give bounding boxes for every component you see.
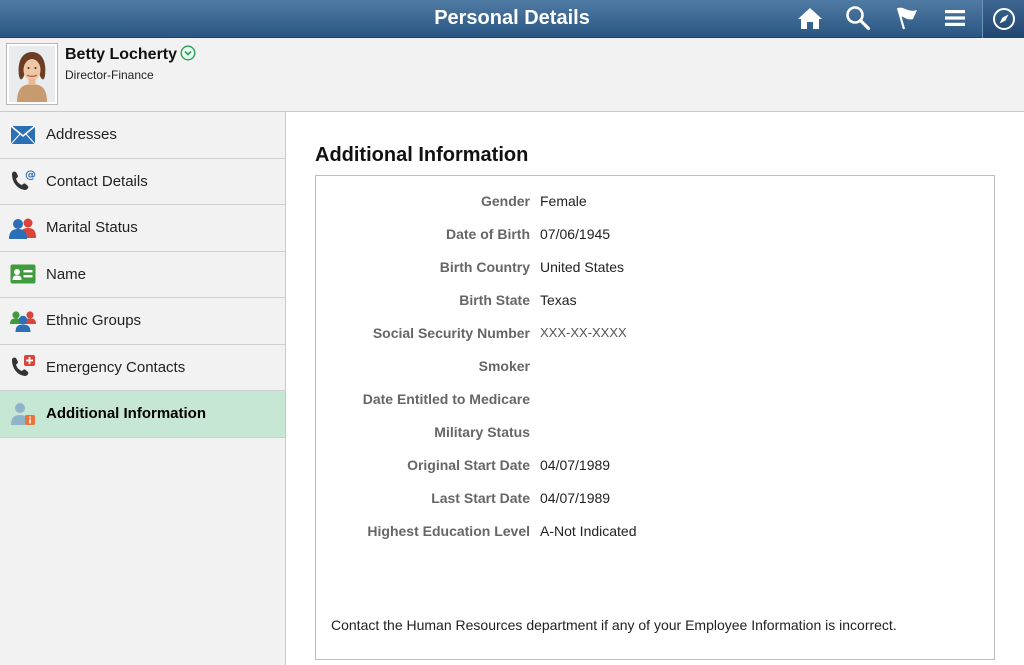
avatar — [6, 43, 58, 105]
sidebar-item-contact-details[interactable]: @ Contact Details — [0, 159, 285, 205]
field-row-last-start-date: Last Start Date 04/07/1989 — [316, 490, 996, 510]
section-title: Additional Information — [315, 144, 529, 166]
main-content: Additional Information Gender Female Dat… — [287, 112, 1024, 665]
field-row-medicare: Date Entitled to Medicare — [316, 391, 996, 411]
sidebar-item-label: Ethnic Groups — [46, 312, 142, 330]
field-row-military-status: Military Status — [316, 424, 996, 444]
field-value: A-Not Indicated — [540, 523, 637, 539]
header-bar: Personal Details — [0, 0, 1024, 38]
person-name[interactable]: Betty Locherty — [65, 45, 196, 64]
field-label: Original Start Date — [407, 457, 530, 473]
sidebar-item-additional-information[interactable]: Additional Information — [0, 391, 285, 438]
field-label: Date of Birth — [446, 226, 530, 242]
field-value: Female — [540, 193, 587, 209]
field-row-gender: Gender Female — [316, 193, 996, 213]
search-button[interactable] — [843, 3, 873, 33]
notifications-button[interactable] — [892, 3, 922, 33]
sidebar-item-label: Emergency Contacts — [46, 358, 186, 376]
field-label: Smoker — [478, 358, 530, 374]
field-row-ssn: Social Security Number XXX-XX-XXXX — [316, 325, 996, 345]
group-icon — [10, 311, 36, 332]
compass-icon — [992, 8, 1015, 30]
field-row-smoker: Smoker — [316, 358, 996, 378]
field-label: Last Start Date — [431, 490, 530, 506]
sidebar-item-label: Additional Information — [46, 405, 206, 423]
home-icon — [798, 8, 822, 29]
hr-contact-note: Contact the Human Resources department i… — [331, 617, 897, 633]
search-icon — [846, 6, 871, 31]
sidebar-item-marital-status[interactable]: Marital Status — [0, 205, 285, 252]
phone-at-icon: @ — [12, 168, 36, 191]
field-row-education-level: Highest Education Level A-Not Indicated — [316, 523, 996, 543]
field-value: United States — [540, 259, 625, 275]
field-label: Birth State — [459, 292, 530, 308]
field-value: 04/07/1989 — [540, 457, 611, 473]
sidebar-item-addresses[interactable]: Addresses — [0, 112, 285, 159]
couple-icon — [9, 218, 36, 239]
field-row-birth-country: Birth Country United States — [316, 259, 996, 279]
sidebar-item-ethnic-groups[interactable]: Ethnic Groups — [0, 298, 285, 345]
sidebar-item-label: Marital Status — [46, 219, 138, 237]
person-job-title: Director-Finance — [65, 68, 154, 82]
phone-emergency-icon — [12, 355, 35, 377]
sidebar: Addresses @ Contact Details Marital Stat… — [0, 112, 286, 665]
sidebar-item-label: Addresses — [46, 126, 117, 144]
field-value: XXX-XX-XXXX — [540, 325, 627, 340]
field-value: 04/07/1989 — [540, 490, 611, 506]
field-label: Gender — [480, 193, 530, 209]
field-row-date-of-birth: Date of Birth 07/06/1945 — [316, 226, 996, 246]
field-value: 07/06/1945 — [540, 226, 611, 242]
person-info-icon — [11, 402, 35, 425]
field-label: Social Security Number — [372, 325, 530, 341]
sidebar-item-label: Contact Details — [46, 172, 148, 190]
field-label: Highest Education Level — [367, 523, 530, 539]
sidebar-item-emergency-contacts[interactable]: Emergency Contacts — [0, 345, 285, 391]
person-name-text: Betty Locherty — [65, 46, 178, 63]
details-panel: Gender Female Date of Birth 07/06/1945 B… — [315, 175, 995, 660]
person-banner: Betty Locherty Director-Finance — [0, 38, 1024, 112]
field-label: Military Status — [434, 424, 530, 440]
field-label: Birth Country — [439, 259, 530, 275]
home-button[interactable] — [795, 3, 825, 33]
field-row-birth-state: Birth State Texas — [316, 292, 996, 312]
field-label: Date Entitled to Medicare — [362, 391, 530, 407]
hamburger-menu-icon — [945, 10, 965, 26]
flag-icon — [896, 7, 917, 30]
chevron-down-icon[interactable] — [180, 45, 196, 61]
person-photo — [9, 46, 55, 102]
svg-text:@: @ — [25, 168, 36, 181]
navbar-button[interactable] — [982, 0, 1024, 38]
actions-menu-button[interactable] — [940, 3, 970, 33]
envelope-icon — [10, 125, 36, 145]
sidebar-item-label: Name — [46, 265, 87, 283]
field-value: Texas — [540, 292, 577, 308]
sidebar-item-name[interactable]: Name — [0, 252, 285, 298]
field-row-original-start-date: Original Start Date 04/07/1989 — [316, 457, 996, 477]
id-card-icon — [10, 264, 36, 284]
